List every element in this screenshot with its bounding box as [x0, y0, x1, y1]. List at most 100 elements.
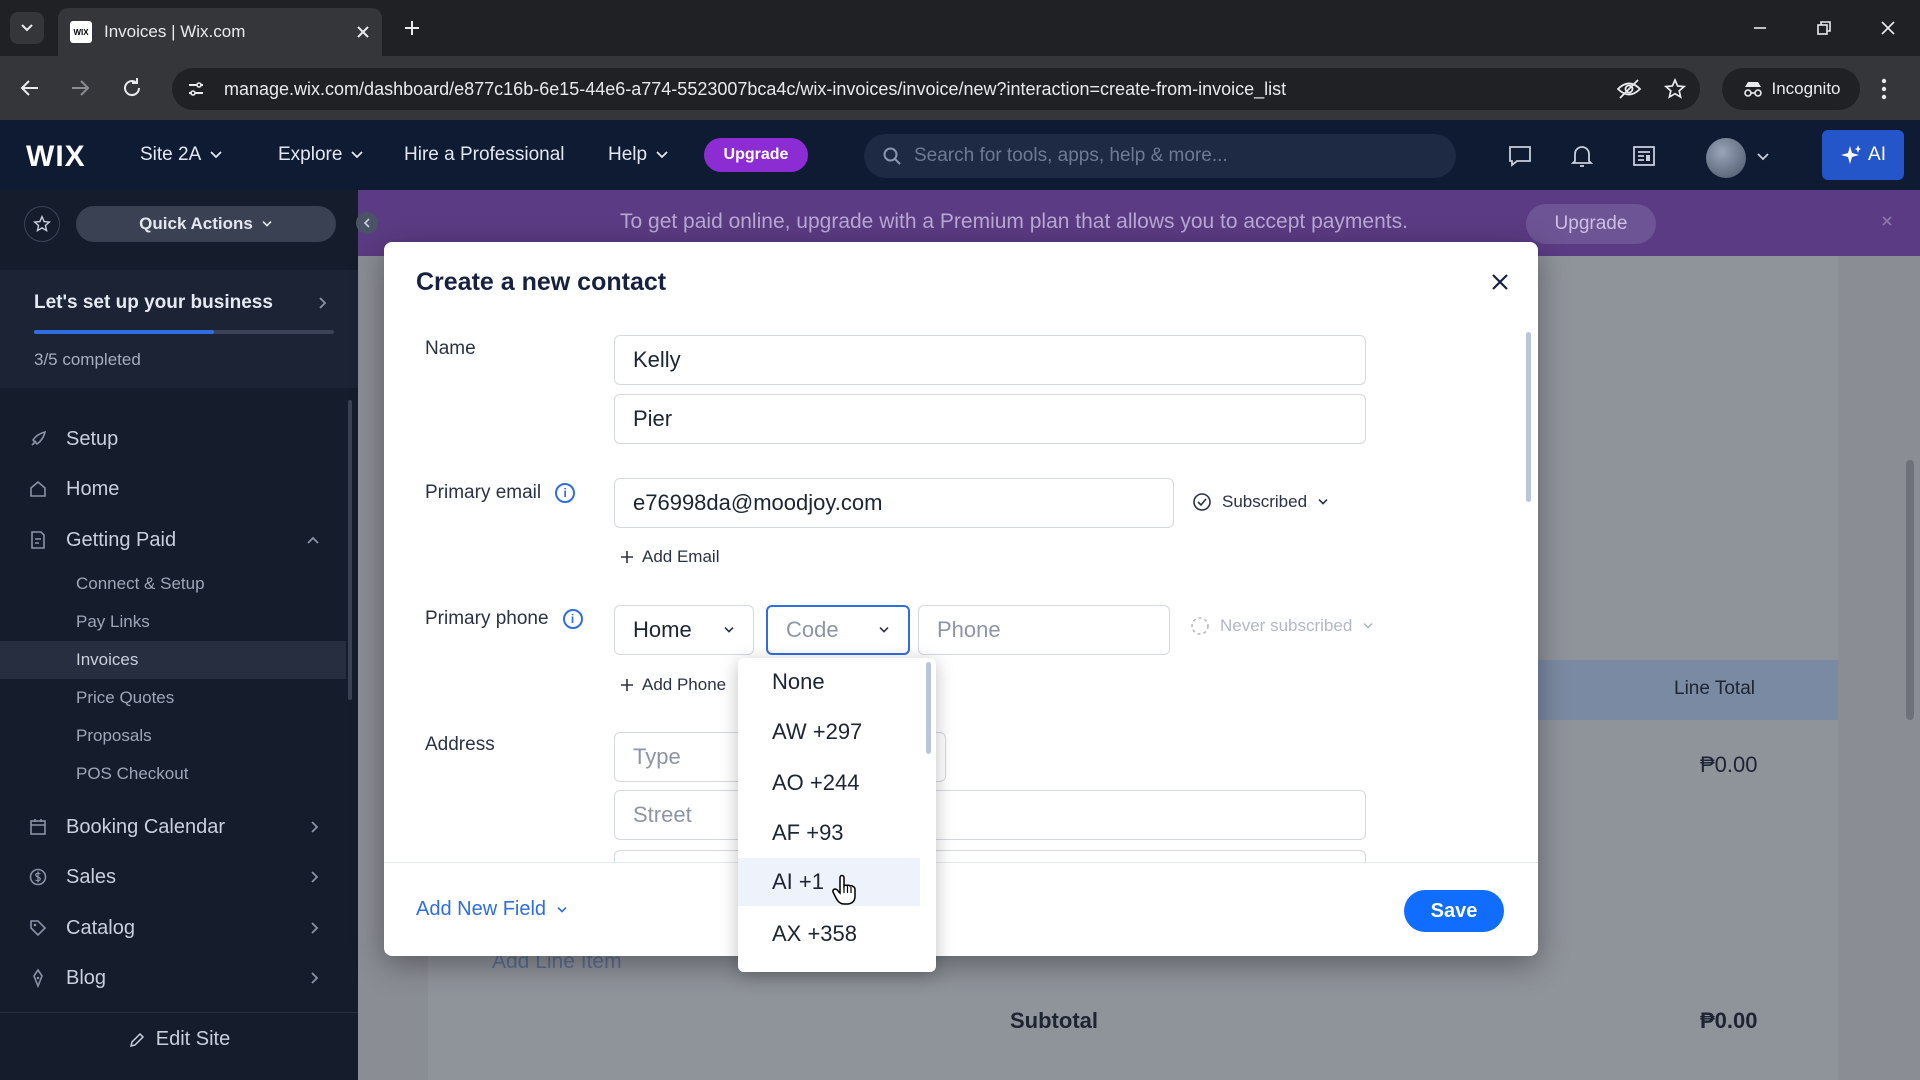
- email-field[interactable]: e76998da@moodjoy.com: [614, 478, 1174, 528]
- banner-text: To get paid online, upgrade with a Premi…: [620, 210, 1408, 233]
- sidebar-subitem-label: POS Checkout: [76, 764, 189, 783]
- dropdown-option[interactable]: AF +93: [738, 809, 920, 857]
- sidebar-scrollbar[interactable]: [348, 400, 352, 700]
- bell-icon: [1570, 146, 1594, 167]
- plus-icon: [621, 679, 633, 691]
- sidebar-item-blog[interactable]: Blog: [0, 953, 358, 1003]
- favorites-button[interactable]: [24, 206, 60, 242]
- first-name-field[interactable]: Kelly: [614, 335, 1366, 385]
- dropdown-option-hovered[interactable]: AI +1: [738, 858, 920, 906]
- site-selector[interactable]: Site 2A: [140, 120, 223, 190]
- inbox-button[interactable]: [1626, 138, 1662, 174]
- hire-professional-link[interactable]: Hire a Professional: [404, 120, 565, 190]
- notifications-button[interactable]: [1564, 138, 1600, 174]
- minimize-button[interactable]: [1740, 10, 1780, 46]
- add-new-field-button[interactable]: Add New Field: [416, 898, 568, 921]
- wix-logo[interactable]: WIX: [26, 140, 86, 174]
- search-input[interactable]: Search for tools, apps, help & more...: [864, 134, 1456, 178]
- street-input[interactable]: Street: [614, 790, 1366, 840]
- sidebar-item-label: Setup: [66, 427, 119, 450]
- eye-off-icon[interactable]: [1616, 78, 1642, 100]
- info-icon[interactable]: i: [555, 483, 576, 503]
- email-status-label: Subscribed: [1222, 492, 1308, 511]
- save-button[interactable]: Save: [1404, 890, 1504, 932]
- last-name-field[interactable]: Pier: [614, 394, 1366, 444]
- close-tab-icon[interactable]: [356, 25, 370, 39]
- avatar[interactable]: [1706, 138, 1746, 178]
- setup-progress-card[interactable]: [0, 270, 358, 388]
- modal-close-button[interactable]: [1484, 266, 1516, 298]
- sidebar-subitem-label: Invoices: [76, 650, 139, 669]
- email-subscription-dropdown[interactable]: Subscribed: [1192, 492, 1329, 512]
- account-menu-chevron[interactable]: [1756, 152, 1770, 162]
- tab-search-button[interactable]: [10, 12, 44, 44]
- rocket-icon: [31, 430, 47, 446]
- help-menu[interactable]: Help: [608, 120, 669, 190]
- upgrade-button[interactable]: Upgrade: [704, 138, 808, 172]
- browser-menu-button[interactable]: [1880, 78, 1888, 100]
- phone-subscription-dropdown[interactable]: Never subscribed: [1190, 616, 1374, 636]
- chevron-down-icon: [1318, 499, 1328, 505]
- address-bar[interactable]: manage.wix.com/dashboard/e877c16b-6e15-4…: [172, 68, 1700, 110]
- sidebar-subitem-pay-links[interactable]: Pay Links: [0, 603, 346, 641]
- phone-type-select[interactable]: Home: [614, 605, 754, 655]
- restore-button[interactable]: [1804, 10, 1844, 46]
- address-next-field[interactable]: [614, 850, 1366, 862]
- edit-site-button[interactable]: Edit Site: [0, 1012, 358, 1066]
- dropdown-option[interactable]: AW +297: [738, 708, 920, 756]
- sidebar-item-catalog[interactable]: Catalog: [0, 903, 358, 953]
- incognito-indicator[interactable]: Incognito: [1722, 68, 1860, 110]
- collapse-sidebar-button[interactable]: [356, 212, 378, 234]
- chevron-right-icon: [311, 871, 319, 883]
- add-email-button[interactable]: Add Email: [620, 547, 719, 567]
- sidebar-subitem-invoices[interactable]: Invoices: [0, 641, 346, 679]
- country-code-select[interactable]: Code: [766, 605, 910, 655]
- incognito-label: Incognito: [1771, 79, 1841, 98]
- bookmark-star-icon[interactable]: [1664, 78, 1686, 100]
- explore-menu[interactable]: Explore: [278, 120, 364, 190]
- site-settings-icon[interactable]: [186, 79, 206, 99]
- dropdown-option[interactable]: AX +358: [738, 910, 920, 958]
- sidebar-subitem-connect-setup[interactable]: Connect & Setup: [0, 565, 346, 603]
- new-tab-button[interactable]: [396, 12, 428, 44]
- sidebar-subitem-proposals[interactable]: Proposals: [0, 717, 346, 755]
- ai-assistant-button[interactable]: AI: [1822, 130, 1904, 180]
- chevron-left-icon: [363, 218, 370, 228]
- sidebar-item-home[interactable]: Home: [0, 464, 358, 514]
- banner-upgrade-button[interactable]: Upgrade: [1526, 204, 1656, 244]
- tag-icon: [30, 920, 47, 937]
- browser-tab[interactable]: WIX Invoices | Wix.com: [58, 8, 382, 56]
- add-email-label: Add Email: [642, 547, 720, 566]
- main-scrollbar[interactable]: [1906, 460, 1914, 720]
- sparkle-icon: [1841, 145, 1862, 164]
- back-button[interactable]: [18, 76, 42, 100]
- reload-icon: [124, 78, 141, 97]
- modal-scrollbar[interactable]: [1526, 332, 1531, 502]
- sidebar-item-setup[interactable]: Setup: [0, 414, 358, 464]
- messages-button[interactable]: [1502, 138, 1538, 174]
- sidebar-item-getting-paid[interactable]: Getting Paid: [0, 515, 358, 565]
- dropdown-option[interactable]: None: [738, 658, 920, 706]
- dropdown-scrollbar[interactable]: [926, 662, 931, 754]
- dropdown-option[interactable]: AO +244: [738, 759, 920, 807]
- sidebar-subitem-pos-checkout[interactable]: POS Checkout: [0, 755, 346, 793]
- banner-close-button[interactable]: [1880, 214, 1894, 228]
- sidebar-item-label: Catalog: [66, 916, 135, 939]
- sidebar-item-booking-calendar[interactable]: Booking Calendar: [0, 802, 358, 852]
- sidebar-subitem-price-quotes[interactable]: Price Quotes: [0, 679, 346, 717]
- subtotal-label: Subtotal: [1010, 1008, 1098, 1033]
- reload-button[interactable]: [120, 76, 144, 100]
- quick-actions-button[interactable]: Quick Actions: [76, 206, 336, 242]
- setup-count: 3/5 completed: [34, 350, 141, 369]
- primary-phone-label: Primary phone: [425, 608, 549, 629]
- close-window-button[interactable]: [1868, 10, 1908, 46]
- add-phone-button[interactable]: Add Phone: [620, 675, 726, 695]
- forward-button[interactable]: [68, 76, 92, 100]
- sidebar-item-sales[interactable]: Sales: [0, 852, 358, 902]
- sidebar-item-label: Sales: [66, 865, 117, 888]
- info-icon[interactable]: i: [562, 609, 583, 629]
- site-selector-label: Site 2A: [140, 144, 202, 165]
- phone-input[interactable]: Phone: [918, 605, 1170, 655]
- minimize-icon: [1754, 27, 1766, 29]
- chevron-right-icon: [311, 972, 319, 984]
